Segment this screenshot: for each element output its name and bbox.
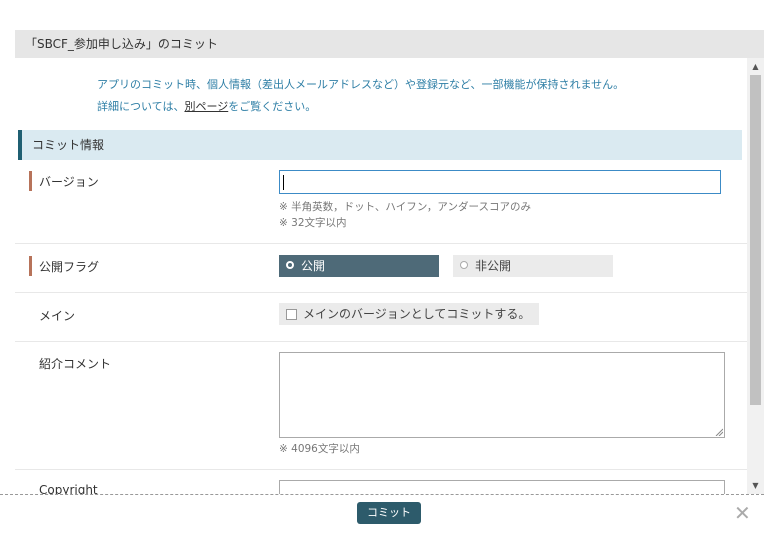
intro-comment-label: 紹介コメント	[39, 357, 112, 371]
radio-unselected-icon	[460, 261, 468, 269]
version-row: バージョン ※ 半角英数，ドット、ハイフン，アンダースコアのみ ※ 32文字以内	[15, 160, 747, 244]
copyright-row: Copyright	[15, 470, 747, 494]
notice-suffix: をご覧ください。	[228, 100, 317, 113]
detail-page-link[interactable]: 別ページ	[184, 100, 228, 113]
main-version-checkbox[interactable]: メインのバージョンとしてコミットする。	[279, 303, 539, 325]
close-icon[interactable]: ✕	[734, 502, 751, 524]
text-caret	[283, 175, 284, 190]
scroll-down-icon[interactable]: ▼	[747, 477, 764, 494]
checkbox-icon	[286, 309, 297, 320]
vertical-scrollbar[interactable]: ▲ ▼	[747, 58, 764, 494]
version-input[interactable]	[279, 170, 721, 194]
section-header: コミット情報	[18, 130, 742, 160]
main-label: メイン	[39, 309, 76, 323]
resize-grip-icon[interactable]	[715, 428, 723, 436]
radio-private-label: 非公開	[475, 259, 512, 273]
dialog-content: アプリのコミット時、個人情報（差出人メールアドレスなど）や登録元など、一部機能が…	[15, 58, 747, 494]
scroll-up-icon[interactable]: ▲	[747, 58, 764, 75]
main-checkbox-label: メインのバージョンとしてコミットする。	[303, 307, 531, 321]
dialog-title: 「SBCF_参加申し込み」のコミット	[15, 30, 764, 58]
copyright-label: Copyright	[39, 483, 98, 494]
main-row: メイン メインのバージョンとしてコミットする。	[15, 293, 747, 342]
radio-selected-icon	[286, 261, 294, 269]
intro-comment-row: 紹介コメント ※ 4096文字以内	[15, 342, 747, 470]
intro-comment-hint: ※ 4096文字以内	[279, 443, 360, 455]
commit-button[interactable]: コミット	[357, 502, 421, 524]
required-marker	[29, 171, 32, 191]
scrollbar-thumb[interactable]	[750, 75, 761, 405]
footer-divider	[0, 494, 764, 495]
radio-public-label: 公開	[301, 259, 326, 273]
version-hint-1: ※ 半角英数，ドット、ハイフン，アンダースコアのみ	[279, 201, 531, 213]
notice-prefix: 詳細については、	[97, 100, 185, 113]
radio-private[interactable]: 非公開	[453, 255, 613, 277]
radio-public[interactable]: 公開	[279, 255, 439, 277]
required-marker	[29, 256, 32, 276]
notice-line1: アプリのコミット時、個人情報（差出人メールアドレスなど）や登録元など、一部機能が…	[97, 78, 625, 91]
intro-comment-textarea[interactable]	[279, 352, 725, 438]
public-flag-row: 公開フラグ 公開 非公開	[15, 244, 747, 293]
version-hint-2: ※ 32文字以内	[279, 217, 347, 229]
copyright-input[interactable]	[279, 480, 725, 494]
notice-line2: 詳細については、別ページをご覧ください。	[97, 96, 624, 118]
version-label: バージョン	[39, 175, 99, 189]
public-flag-label: 公開フラグ	[39, 260, 100, 274]
notice: アプリのコミット時、個人情報（差出人メールアドレスなど）や登録元など、一部機能が…	[97, 74, 624, 118]
